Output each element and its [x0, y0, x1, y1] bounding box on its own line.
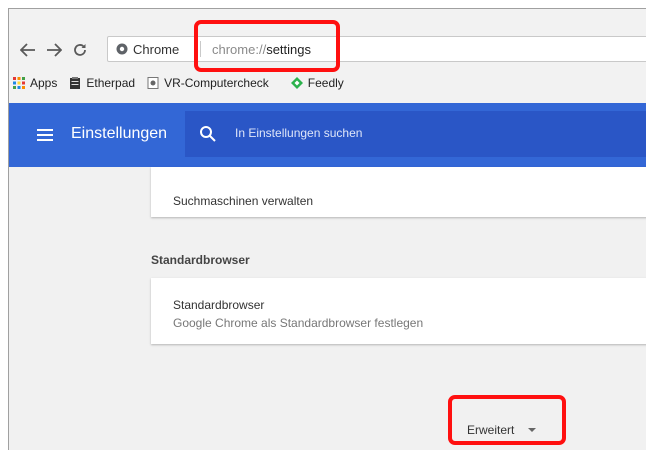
bookmark-label: Apps: [30, 76, 58, 90]
page-title: Einstellungen: [71, 125, 168, 142]
default-browser-heading: Standardbrowser: [151, 253, 250, 267]
url-highlight-box: [194, 20, 340, 72]
back-arrow-icon: [20, 43, 35, 57]
search-engines-card: Suchmaschinen verwalten: [151, 167, 646, 217]
forward-arrow-icon: [47, 43, 62, 57]
hamburger-menu-icon[interactable]: [37, 129, 53, 141]
default-browser-title: Standardbrowser: [173, 298, 265, 312]
search-icon: [200, 126, 216, 142]
bookmark-label: Feedly: [307, 76, 344, 90]
default-browser-card[interactable]: Standardbrowser Google Chrome als Standa…: [151, 278, 646, 344]
address-bar[interactable]: Chrome chrome://settings: [107, 36, 646, 62]
bookmark-vr-computercheck[interactable]: VR-Computercheck: [147, 73, 269, 93]
browser-window: Chrome chrome://settings Apps Etherpad V…: [8, 8, 646, 450]
bookmark-apps[interactable]: Apps: [13, 73, 57, 93]
feedly-icon: [290, 77, 303, 89]
etherpad-icon: [70, 77, 81, 89]
bookmark-etherpad[interactable]: Etherpad: [69, 73, 135, 93]
bookmark-label: Etherpad: [86, 76, 136, 90]
bookmark-label: VR-Computercheck: [164, 76, 269, 90]
chrome-logo-icon: [116, 43, 128, 55]
reload-icon: [74, 44, 86, 56]
advanced-highlight-box: [448, 395, 566, 445]
settings-search-input[interactable]: In Einstellungen suchen: [185, 111, 646, 157]
settings-header: Einstellungen In Einstellungen suchen: [9, 103, 646, 167]
reload-button[interactable]: [71, 39, 89, 61]
apps-grid-icon: [13, 77, 25, 89]
bookmark-feedly[interactable]: Feedly: [290, 73, 344, 93]
site-info-chip[interactable]: Chrome: [116, 37, 179, 61]
search-placeholder: In Einstellungen suchen: [235, 126, 363, 140]
manage-search-engines-link[interactable]: Suchmaschinen verwalten: [173, 194, 313, 208]
page-icon: [147, 77, 159, 89]
default-browser-subtitle: Google Chrome als Standardbrowser festle…: [173, 316, 424, 330]
forward-button[interactable]: [45, 39, 63, 61]
site-chip-label: Chrome: [133, 41, 180, 57]
bookmarks-bar: Apps Etherpad VR-Computercheck Feedly: [9, 71, 646, 95]
back-button[interactable]: [19, 39, 37, 61]
